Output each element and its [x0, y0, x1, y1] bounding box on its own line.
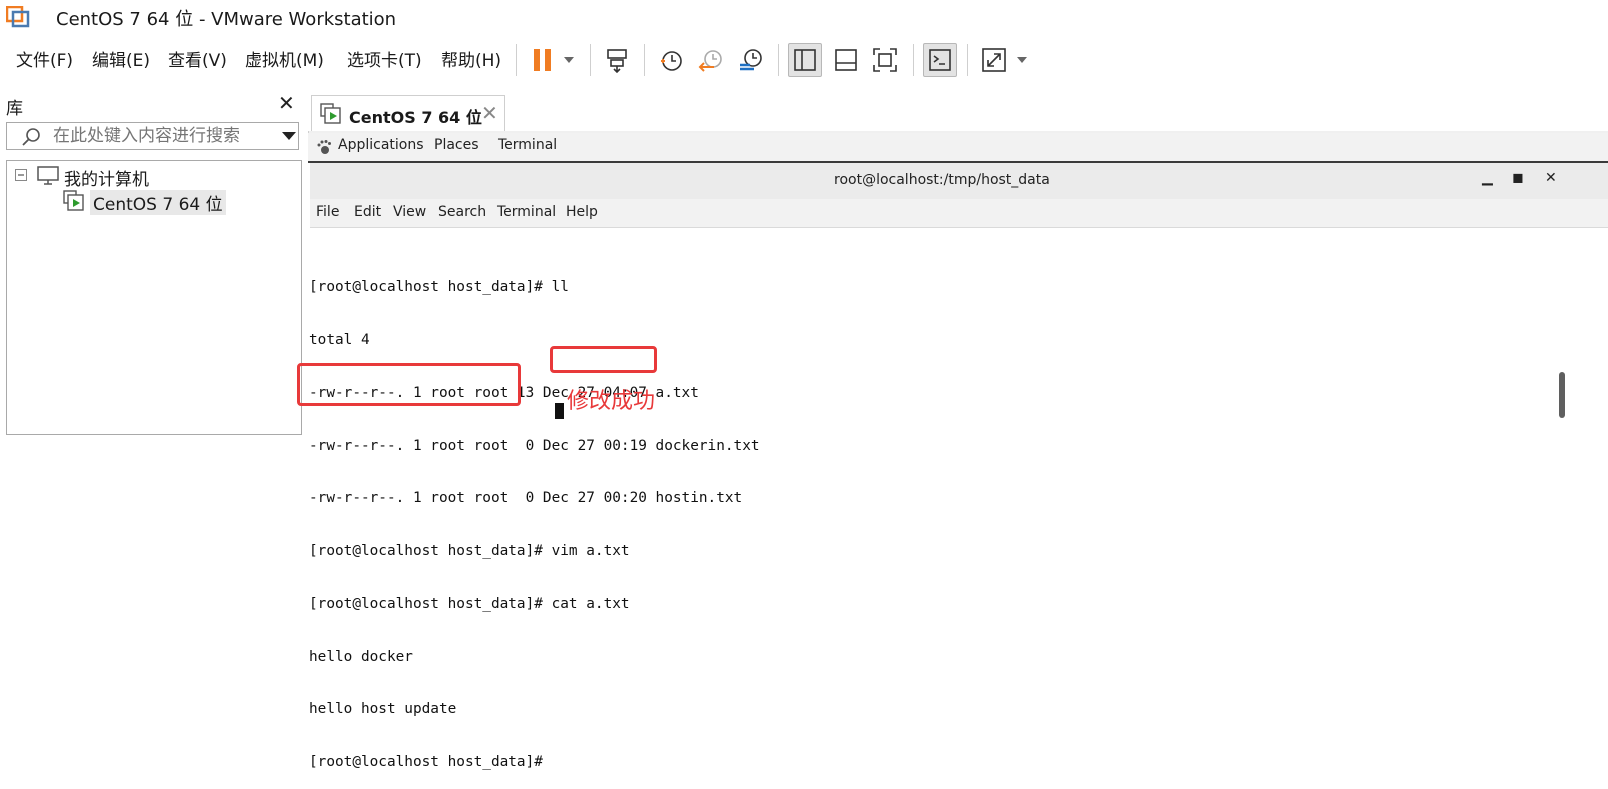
menu-view[interactable]: 查看(V): [168, 46, 227, 71]
toolbar-separator: [913, 44, 914, 76]
stretch-icon[interactable]: [977, 43, 1011, 77]
tab-label: CentOS 7 64 位: [349, 108, 482, 127]
snapshot-icon[interactable]: [654, 43, 688, 77]
chevron-down-icon[interactable]: [556, 43, 582, 77]
menu-edit[interactable]: 编辑(E): [92, 46, 150, 71]
collapse-icon[interactable]: [15, 169, 27, 181]
menu-file[interactable]: 文件(F): [16, 46, 73, 71]
thumbnail-view-icon[interactable]: [829, 43, 863, 77]
terminal-menu-file[interactable]: File: [316, 204, 339, 220]
terminal-line: total 4: [309, 331, 370, 348]
terminal-menu-terminal[interactable]: Terminal: [497, 204, 556, 220]
gnome-terminal-menu[interactable]: Terminal: [498, 137, 557, 153]
library-search[interactable]: [6, 122, 299, 150]
close-icon[interactable]: ✕: [1545, 170, 1557, 186]
gnome-applications-menu[interactable]: Applications: [338, 137, 424, 153]
tree-item-my-computer[interactable]: 我的计算机: [64, 165, 149, 190]
annotation-note: 修改成功: [567, 389, 656, 414]
chevron-down-icon[interactable]: [1010, 43, 1034, 77]
terminal-line: -rw-r--r--. 1 root root 0 Dec 27 00:19 d…: [309, 437, 760, 454]
menu-vm[interactable]: 虚拟机(M): [245, 46, 324, 71]
revert-snapshot-icon[interactable]: [694, 43, 728, 77]
console-view-icon[interactable]: [923, 43, 957, 77]
search-icon: [22, 128, 40, 146]
vm-icon: [63, 190, 84, 211]
terminal-menu-edit[interactable]: Edit: [354, 204, 381, 220]
vm-tab-icon: [320, 103, 341, 124]
library-title: 库: [6, 99, 23, 119]
gnome-foot-icon: [317, 140, 331, 154]
pause-icon[interactable]: [526, 43, 560, 77]
minimize-icon[interactable]: ▁: [1482, 170, 1493, 186]
terminal-line: [root@localhost host_data]# cat a.txt: [309, 595, 630, 612]
tab-close-icon[interactable]: ✕: [481, 101, 498, 125]
terminal-line: hello host update: [309, 701, 457, 718]
terminal-line: hello docker: [309, 648, 413, 665]
toolbar-separator: [644, 44, 645, 76]
vmware-logo-icon: [6, 6, 30, 28]
gnome-places-menu[interactable]: Places: [434, 137, 479, 153]
terminal-title: root@localhost:/tmp/host_data: [834, 172, 1050, 188]
terminal-menu-help[interactable]: Help: [566, 204, 598, 220]
terminal-line: [root@localhost host_data]# vim a.txt: [309, 543, 630, 560]
manage-snapshots-icon[interactable]: [734, 43, 768, 77]
highlight-file-content: [297, 363, 521, 406]
close-icon[interactable]: ✕: [278, 91, 295, 115]
highlight-cat-command: [550, 346, 657, 373]
tree-item-centos[interactable]: CentOS 7 64 位: [90, 190, 226, 215]
maximize-icon[interactable]: ◼: [1512, 170, 1524, 186]
toolbar-separator: [590, 44, 591, 76]
fullscreen-icon[interactable]: [868, 43, 902, 77]
library-view-icon[interactable]: [788, 43, 822, 77]
menu-tabs[interactable]: 选项卡(T): [347, 46, 422, 71]
terminal-menu-search[interactable]: Search: [438, 204, 486, 220]
search-dropdown-icon[interactable]: [282, 132, 296, 141]
terminal-scrollbar[interactable]: [1559, 372, 1565, 418]
terminal-menu-view[interactable]: View: [393, 204, 426, 220]
send-ctrl-alt-del-icon[interactable]: [600, 43, 634, 77]
computer-icon: [37, 166, 59, 185]
menu-help[interactable]: 帮助(H): [441, 46, 501, 71]
search-input[interactable]: [53, 125, 253, 147]
terminal-output[interactable]: [root@localhost host_data]# ll total 4 -…: [309, 244, 760, 789]
terminal-line: [root@localhost host_data]#: [309, 754, 552, 771]
terminal-line: [root@localhost host_data]# ll: [309, 279, 569, 296]
toolbar-separator: [967, 44, 968, 76]
terminal-line: -rw-r--r--. 1 root root 0 Dec 27 00:20 h…: [309, 490, 743, 507]
toolbar-separator: [778, 44, 779, 76]
terminal-cursor: [555, 403, 564, 419]
toolbar-separator: [516, 44, 517, 76]
window-title: CentOS 7 64 位 - VMware Workstation: [56, 9, 397, 30]
